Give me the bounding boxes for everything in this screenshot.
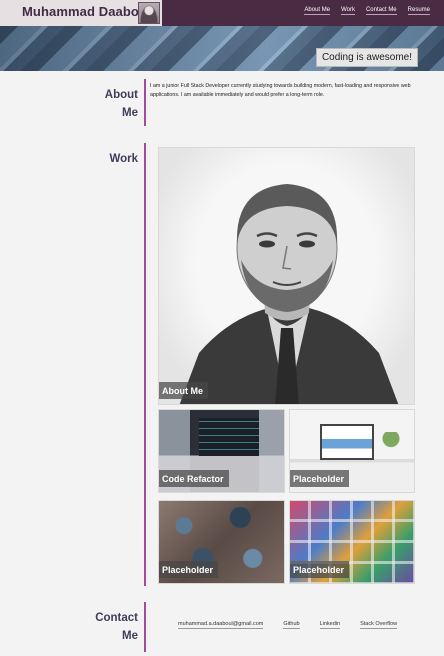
- header: Muhammad Daaboul About Me Work Contact M…: [0, 0, 444, 26]
- main-nav: About Me Work Contact Me Resume: [304, 7, 430, 15]
- work-tile-placeholder-2[interactable]: Placeholder: [158, 500, 285, 584]
- plant-image: [382, 432, 400, 454]
- contact-link-github[interactable]: Github: [283, 621, 300, 629]
- monitor-image: [320, 424, 374, 460]
- contact-divider: [144, 602, 146, 652]
- hero-tagline: Coding is awesome!: [315, 48, 418, 67]
- hero-banner: Coding is awesome!: [0, 26, 444, 71]
- work-tile-code-refactor[interactable]: Code Refactor: [158, 409, 285, 493]
- nav-link-resume[interactable]: Resume: [407, 7, 430, 15]
- work-tile-caption: Code Refactor: [159, 470, 229, 487]
- brand: Muhammad Daaboul: [0, 0, 162, 26]
- work-tile-caption: Placeholder: [290, 561, 350, 578]
- nav-link-work[interactable]: Work: [341, 7, 355, 15]
- work-tile-caption: Placeholder: [159, 561, 219, 578]
- contact-heading: Contact Me: [95, 609, 138, 645]
- about-heading-line2: Me: [122, 107, 138, 119]
- about-divider: [144, 79, 146, 126]
- portrait-image: [179, 184, 399, 404]
- about-heading: About Me: [105, 86, 138, 122]
- work-heading: Work: [109, 153, 138, 165]
- work-tile-caption: About Me: [159, 382, 208, 399]
- work-tile-placeholder-1[interactable]: Placeholder: [289, 409, 415, 493]
- contact-link-linkedin[interactable]: Linkedin: [319, 621, 341, 629]
- nav-link-about-me[interactable]: About Me: [304, 7, 331, 15]
- contact-heading-line1: Contact: [95, 612, 138, 624]
- work-divider: [144, 143, 146, 586]
- work-tile-placeholder-3[interactable]: Placeholder: [289, 500, 415, 584]
- nav-link-contact-me[interactable]: Contact Me: [365, 7, 397, 15]
- about-text: I am a junior Full Stack Developer curre…: [150, 83, 411, 98]
- contact-link-stack-overflow[interactable]: Stack Overflow: [360, 621, 398, 629]
- site-name: Muhammad Daaboul: [22, 4, 151, 19]
- avatar: [138, 2, 160, 24]
- work-tile-caption: Placeholder: [290, 470, 350, 487]
- contact-link-email[interactable]: muhammad.a.daaboul@gmail.com: [178, 621, 264, 629]
- work-tile-about-me[interactable]: About Me: [158, 147, 415, 405]
- contact-links: muhammad.a.daaboul@gmail.com Github Link…: [178, 621, 398, 629]
- contact-heading-line2: Me: [122, 630, 138, 642]
- laptop-screen-image: [199, 418, 259, 456]
- about-heading-line1: About: [104, 89, 138, 101]
